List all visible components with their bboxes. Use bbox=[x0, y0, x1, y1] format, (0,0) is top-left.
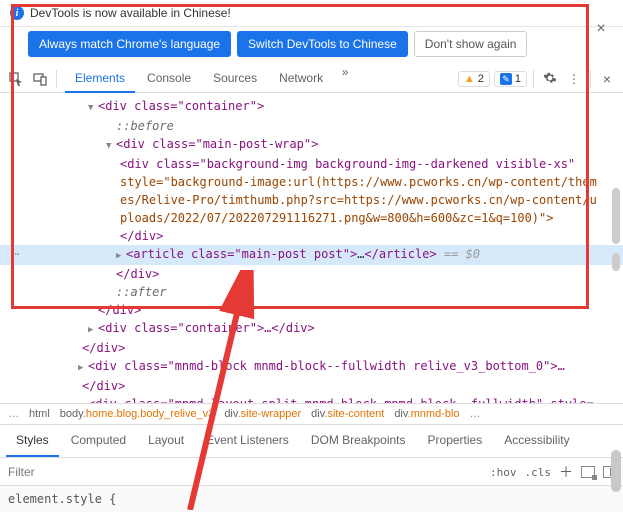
warnings-count: 2 bbox=[478, 73, 484, 85]
crumb-site-content[interactable]: div.site-content bbox=[311, 408, 384, 420]
dom-pseudo[interactable]: ::after bbox=[0, 283, 623, 301]
close-devtools-icon[interactable]: × bbox=[597, 69, 617, 89]
styles-subtabs: Styles Computed Layout Event Listeners D… bbox=[0, 425, 623, 458]
crumb-site-wrapper[interactable]: div.site-wrapper bbox=[224, 408, 301, 420]
device-toggle-icon[interactable] bbox=[30, 69, 50, 89]
styles-filter-input[interactable] bbox=[6, 464, 206, 480]
match-language-button[interactable]: Always match Chrome's language bbox=[28, 31, 231, 57]
crumb-overflow-left[interactable]: … bbox=[8, 408, 19, 420]
dom-tree[interactable]: <div class="container"> ::before <div cl… bbox=[0, 93, 623, 403]
gear-icon[interactable] bbox=[540, 71, 560, 88]
subtab-layout[interactable]: Layout bbox=[138, 425, 194, 457]
kebab-menu-icon[interactable]: ⋮ bbox=[564, 72, 584, 86]
scrollbar-thumb[interactable] bbox=[611, 450, 621, 492]
inspect-icon[interactable] bbox=[6, 69, 26, 89]
hov-toggle[interactable]: :hov bbox=[490, 466, 517, 479]
tab-sources[interactable]: Sources bbox=[203, 65, 267, 93]
styles-filter-row: :hov .cls ＋ bbox=[0, 458, 623, 486]
crumb-overflow-right[interactable]: … bbox=[470, 408, 481, 420]
dom-node[interactable]: style="background-image:url(https://www.… bbox=[0, 173, 623, 191]
language-banner: i DevTools is now available in Chinese! … bbox=[0, 0, 623, 27]
dom-node[interactable]: <div class="mnmd-block mnmd-block--fullw… bbox=[0, 357, 623, 377]
subtab-properties[interactable]: Properties bbox=[418, 425, 493, 457]
dom-pseudo[interactable]: ::before bbox=[0, 117, 623, 135]
styles-filter-right: :hov .cls ＋ bbox=[490, 458, 617, 486]
dom-node[interactable]: es/Relive-Pro/timthumb.php?src=https://w… bbox=[0, 191, 623, 209]
styles-editor[interactable]: element.style { bbox=[0, 486, 623, 512]
more-tabs-icon[interactable]: » bbox=[335, 65, 355, 93]
banner-actions: Always match Chrome's language Switch De… bbox=[0, 27, 623, 65]
dom-node[interactable]: <div class="background-img background-im… bbox=[0, 155, 623, 173]
crumb-body[interactable]: body.home.blog.body_relive_v3 bbox=[60, 408, 215, 420]
cls-toggle[interactable]: .cls bbox=[525, 466, 552, 479]
crumb-html[interactable]: html bbox=[29, 408, 50, 420]
info-icon: i bbox=[10, 6, 24, 20]
dom-node[interactable]: </div> bbox=[0, 339, 623, 357]
subtab-dom-breakpoints[interactable]: DOM Breakpoints bbox=[301, 425, 416, 457]
dom-node[interactable]: <div class="main-post-wrap"> bbox=[0, 135, 623, 155]
dom-node[interactable]: </div> bbox=[0, 265, 623, 283]
toolbar-separator bbox=[590, 70, 591, 88]
warning-icon: ▲ bbox=[464, 73, 475, 85]
subtab-computed[interactable]: Computed bbox=[61, 425, 136, 457]
computed-styles-icon[interactable] bbox=[581, 466, 595, 478]
dom-node[interactable]: <div class="mnmd-layout-split mnmd-block… bbox=[0, 395, 623, 403]
toolbar-separator bbox=[533, 70, 534, 88]
warnings-badge[interactable]: ▲ 2 bbox=[458, 71, 490, 87]
messages-count: 1 bbox=[515, 73, 521, 85]
message-icon: ✎ bbox=[500, 73, 512, 85]
subtab-accessibility[interactable]: Accessibility bbox=[494, 425, 579, 457]
switch-language-button[interactable]: Switch DevTools to Chinese bbox=[237, 31, 408, 57]
toolbar-right: ▲ 2 ✎ 1 ⋮ × bbox=[458, 65, 617, 93]
panel-tabs: Elements Console Sources Network » bbox=[65, 65, 355, 93]
tab-network[interactable]: Network bbox=[269, 65, 333, 93]
dom-node[interactable]: </div> bbox=[0, 377, 623, 395]
dom-node[interactable]: ploads/2022/07/202207291116271.png&w=800… bbox=[0, 209, 623, 227]
new-style-rule-icon[interactable]: ＋ bbox=[559, 462, 573, 482]
tab-elements[interactable]: Elements bbox=[65, 65, 135, 93]
scrollbar-thumb[interactable] bbox=[612, 253, 620, 271]
messages-badge[interactable]: ✎ 1 bbox=[494, 71, 527, 87]
dom-node[interactable]: <div class="container">…</div> bbox=[0, 319, 623, 339]
dom-breadcrumbs: … html body.home.blog.body_relive_v3 div… bbox=[0, 403, 623, 425]
crumb-mnmd-block[interactable]: div.mnmd-blo bbox=[394, 408, 459, 420]
dom-node[interactable]: </div> bbox=[0, 301, 623, 319]
dom-node[interactable]: <div class="container"> bbox=[0, 97, 623, 117]
subtab-styles[interactable]: Styles bbox=[6, 425, 59, 457]
toolbar-separator bbox=[56, 70, 57, 88]
style-rule-line: element.style { bbox=[8, 492, 116, 506]
dom-node-selected[interactable]: <article class="main-post post">…</artic… bbox=[0, 245, 623, 265]
dismiss-banner-button[interactable]: Don't show again bbox=[414, 31, 528, 57]
banner-message: DevTools is now available in Chinese! bbox=[30, 6, 231, 20]
tab-console[interactable]: Console bbox=[137, 65, 201, 93]
subtab-event-listeners[interactable]: Event Listeners bbox=[196, 425, 299, 457]
close-icon[interactable]: × bbox=[593, 22, 609, 38]
devtools-toolbar: Elements Console Sources Network » ▲ 2 ✎… bbox=[0, 65, 623, 93]
dom-node[interactable]: </div> bbox=[0, 227, 623, 245]
scrollbar-thumb[interactable] bbox=[612, 188, 620, 244]
